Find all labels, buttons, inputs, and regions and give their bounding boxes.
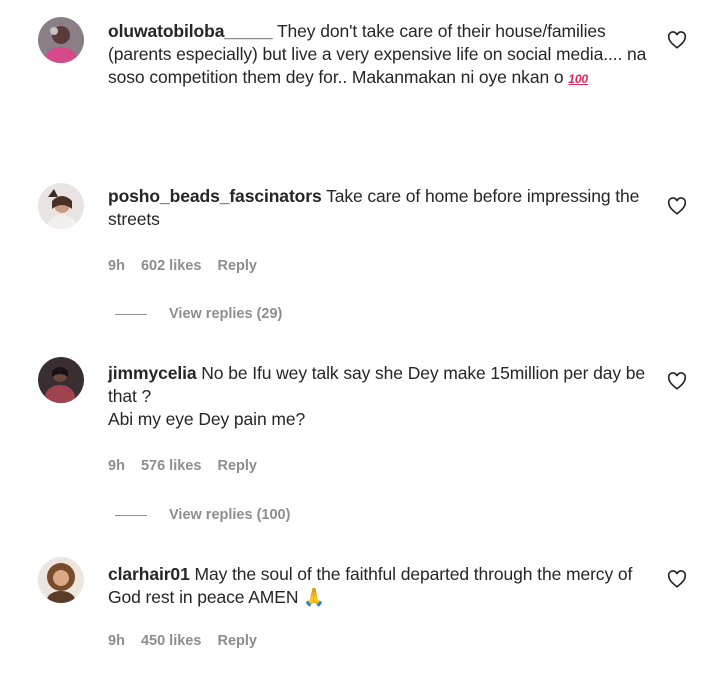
view-replies-button[interactable]: View replies (100) (115, 507, 290, 523)
avatar-image (38, 357, 84, 403)
avatar[interactable] (38, 357, 84, 403)
comment-time: 9h (108, 258, 125, 274)
comment-time: 9h (108, 633, 125, 649)
heart-outline-icon[interactable] (667, 372, 687, 390)
avatar-image (38, 17, 84, 63)
comment-meta: 9h 576 likes Reply (108, 458, 269, 474)
hundred-points-icon: 100 (568, 72, 588, 86)
avatar-image (38, 557, 84, 603)
reply-button[interactable]: Reply (217, 458, 257, 474)
comment-likes[interactable]: 576 likes (141, 458, 201, 474)
heart-outline-icon[interactable] (667, 31, 687, 49)
comment-username[interactable]: oluwatobiloba_____ (108, 21, 273, 41)
heart-outline-icon[interactable] (667, 570, 687, 588)
comment-body: clarhair01 May the soul of the faithful … (108, 563, 658, 609)
comment-meta: 9h 450 likes Reply (108, 633, 269, 649)
comment-username[interactable]: clarhair01 (108, 564, 190, 584)
praying-hands-icon: 🙏 (303, 587, 325, 607)
divider-line (115, 514, 147, 516)
comment-body: jimmycelia No be Ifu wey talk say she De… (108, 362, 658, 431)
view-replies-label: View replies (29) (169, 306, 283, 322)
comment-text-line2: Abi my eye Dey pain me? (108, 409, 306, 429)
divider-line (115, 313, 147, 315)
comment-meta: 9h 602 likes Reply (108, 258, 269, 274)
view-replies-label: View replies (100) (169, 507, 291, 523)
comment-likes[interactable]: 602 likes (141, 258, 201, 274)
avatar[interactable] (38, 17, 84, 63)
reply-button[interactable]: Reply (217, 258, 257, 274)
avatar-image (38, 183, 84, 229)
comment-time: 9h (108, 458, 125, 474)
comment-username[interactable]: jimmycelia (108, 363, 197, 383)
avatar[interactable] (38, 183, 84, 229)
comment-body: posho_beads_fascinators Take care of hom… (108, 185, 658, 231)
comment-body: oluwatobiloba_____ They don't take care … (108, 20, 658, 91)
comment-username[interactable]: posho_beads_fascinators (108, 186, 322, 206)
view-replies-button[interactable]: View replies (29) (115, 306, 282, 322)
heart-outline-icon[interactable] (667, 197, 687, 215)
comment-likes[interactable]: 450 likes (141, 633, 201, 649)
avatar[interactable] (38, 557, 84, 603)
reply-button[interactable]: Reply (217, 633, 257, 649)
